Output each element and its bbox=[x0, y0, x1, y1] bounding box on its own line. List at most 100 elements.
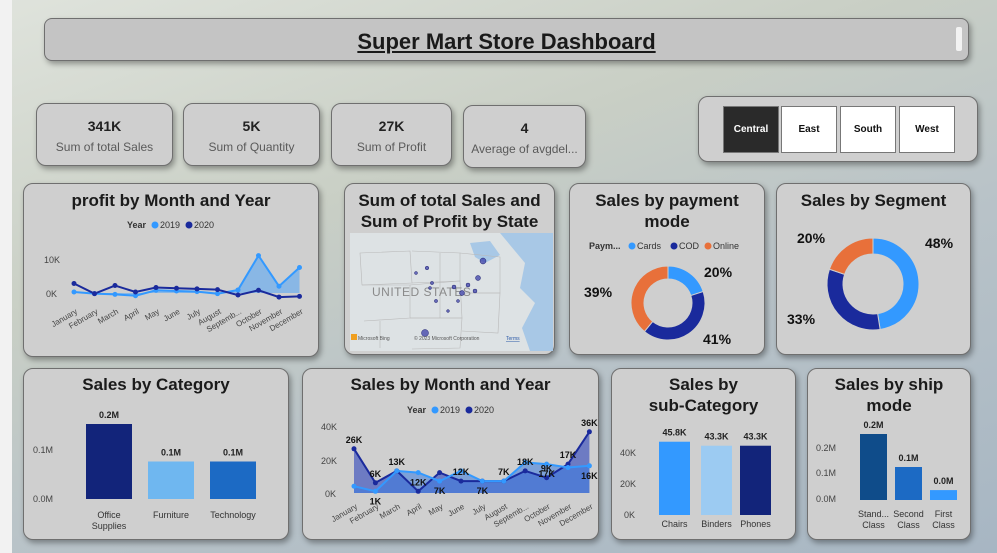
map-bubble bbox=[446, 309, 450, 313]
map-bubble bbox=[465, 282, 471, 288]
header-banner: Super Mart Store Dashboard bbox=[44, 18, 969, 61]
data-point-2020 bbox=[174, 285, 179, 291]
data-point-2019 bbox=[71, 289, 77, 295]
donut-slice-cards bbox=[667, 265, 704, 297]
legend-label-cards: Cards bbox=[637, 241, 662, 251]
kpi-card-quantity[interactable]: 5K Sum of Quantity bbox=[183, 103, 320, 166]
x-tick-label: Chairs bbox=[661, 519, 688, 529]
data-label-2020: 6K bbox=[370, 469, 382, 479]
data-point-2020 bbox=[458, 478, 464, 484]
region-button-east[interactable]: East bbox=[781, 106, 837, 153]
data-label-2020: 13K bbox=[389, 457, 406, 467]
data-point-2020 bbox=[372, 480, 378, 486]
bar bbox=[148, 461, 194, 499]
data-label: 0.1M bbox=[898, 453, 918, 463]
data-point-2020 bbox=[297, 293, 302, 299]
slice-label-online: 39% bbox=[584, 284, 613, 300]
map-credit-bing: Microsoft Bing bbox=[358, 336, 390, 342]
series-area-2019 bbox=[74, 255, 300, 296]
legend-label-2020: 2020 bbox=[194, 220, 214, 230]
sales-area-chart: Year 2019 2020 40K 20K 0K 26K6K1K13K12K7… bbox=[321, 405, 598, 529]
region-button-central[interactable]: Central bbox=[723, 106, 779, 153]
data-label-2019: 16K bbox=[581, 471, 598, 481]
data-point-2019 bbox=[479, 478, 485, 484]
data-label: 0.1M bbox=[223, 448, 243, 458]
kpi-label: Sum of Quantity bbox=[208, 140, 295, 154]
kpi-card-total-sales[interactable]: 341K Sum of total Sales bbox=[36, 103, 173, 166]
slice-label-cod: 41% bbox=[703, 331, 732, 347]
data-label-2020: 36K bbox=[581, 418, 598, 428]
legend-swatch-2020 bbox=[185, 221, 193, 229]
segment-donut-chart: 48% 33% 20% bbox=[787, 230, 954, 331]
x-tick-label: June bbox=[446, 502, 466, 519]
data-label: 0.2M bbox=[863, 420, 883, 430]
x-tick-label: Binders bbox=[701, 519, 732, 529]
slice-label-segment-1: 48% bbox=[925, 235, 954, 251]
y-tick: 0.2M bbox=[816, 443, 836, 453]
data-label: 0.1M bbox=[161, 448, 181, 458]
data-label: 43.3K bbox=[743, 432, 768, 442]
x-tick-label: May bbox=[427, 502, 445, 517]
profit-line-chart: Year 2019 2020 10K 0K JanuaryFebruaryMar… bbox=[44, 220, 305, 334]
category-panel: Sales by Category 0.1M 0.0M 0.2M Office Su… bbox=[23, 368, 289, 540]
data-label-2019: 7K bbox=[434, 486, 446, 496]
data-point-2019 bbox=[235, 287, 241, 293]
y-tick: 0K bbox=[46, 289, 57, 299]
slice-label-segment-2: 33% bbox=[787, 311, 816, 327]
slice-label-segment-3: 20% bbox=[797, 230, 826, 246]
data-point-2019 bbox=[586, 463, 592, 469]
data-label-2019: 12K bbox=[410, 478, 427, 488]
region-button-west[interactable]: West bbox=[899, 106, 955, 153]
segment-panel: Sales by Segment 48% 33% 20% bbox=[776, 183, 971, 355]
legend-title: Year bbox=[127, 220, 147, 230]
data-label: 45.8K bbox=[662, 428, 687, 438]
data-point-2019 bbox=[415, 470, 421, 476]
data-point-2020 bbox=[437, 470, 443, 476]
sales-by-month-panel: Sales by Month and Year Year 2019 2020 4… bbox=[302, 368, 599, 540]
x-tick-label: Class bbox=[862, 520, 885, 530]
data-point-2020 bbox=[235, 292, 241, 298]
bar bbox=[895, 467, 922, 500]
data-point-2019 bbox=[256, 253, 261, 259]
data-label-2020: 7K bbox=[498, 467, 510, 477]
data-point-2019 bbox=[394, 468, 400, 474]
legend-label-2019: 2019 bbox=[160, 220, 180, 230]
donut-slice-segment-2 bbox=[826, 268, 881, 331]
bar bbox=[210, 461, 256, 499]
us-map[interactable]: UNITED STATES Microsoft Bing © 2023 Micr… bbox=[350, 233, 553, 351]
x-tick-label: June bbox=[162, 307, 182, 324]
kpi-label: Sum of total Sales bbox=[55, 140, 154, 154]
y-tick: 0K bbox=[325, 489, 336, 499]
x-tick-label: Phones bbox=[740, 519, 771, 529]
kpi-card-profit[interactable]: 27K Sum of Profit bbox=[331, 103, 452, 166]
subcategory-bar-chart: 40K 20K 0K 45.8K Chairs 43.3K Binders 43.3K P… bbox=[620, 428, 771, 529]
x-tick-label: April bbox=[122, 307, 141, 323]
bar bbox=[740, 445, 771, 515]
legend-label-cod: COD bbox=[679, 241, 700, 251]
data-point-2020 bbox=[351, 446, 357, 452]
y-tick: 0.0M bbox=[33, 494, 53, 504]
data-point-2020 bbox=[71, 280, 77, 286]
map-bubble bbox=[472, 288, 478, 294]
data-label-2020: 26K bbox=[346, 435, 363, 445]
bar bbox=[930, 490, 957, 500]
data-point-2020 bbox=[92, 291, 97, 297]
legend-swatch-cards bbox=[628, 242, 636, 250]
bar bbox=[860, 434, 887, 500]
region-button-south[interactable]: South bbox=[840, 106, 896, 153]
ship-mode-bar-chart: 0.2M 0.1M 0.0M 0.2MStand...Class0.1MSeco… bbox=[816, 420, 957, 530]
map-bubble bbox=[475, 275, 481, 281]
kpi-card-avg-delivery[interactable]: 4 Average of avgdel... bbox=[463, 105, 586, 168]
x-tick-label: Class bbox=[932, 520, 955, 530]
scroll-handle[interactable] bbox=[956, 27, 962, 51]
data-point-2019 bbox=[112, 291, 118, 297]
map-panel: Sum of total Sales and Sum of Profit by … bbox=[344, 183, 555, 355]
legend-label-online: Online bbox=[713, 241, 739, 251]
x-tick-label: Second bbox=[893, 509, 924, 519]
legend-swatch-2019 bbox=[431, 406, 439, 414]
kpi-value: 27K bbox=[378, 118, 405, 134]
chart-title-line2: Sum of Profit by State bbox=[360, 212, 539, 231]
map-bubble bbox=[430, 281, 434, 285]
kpi-label: Sum of Profit bbox=[356, 140, 427, 154]
data-label: 0.0M bbox=[933, 476, 953, 486]
